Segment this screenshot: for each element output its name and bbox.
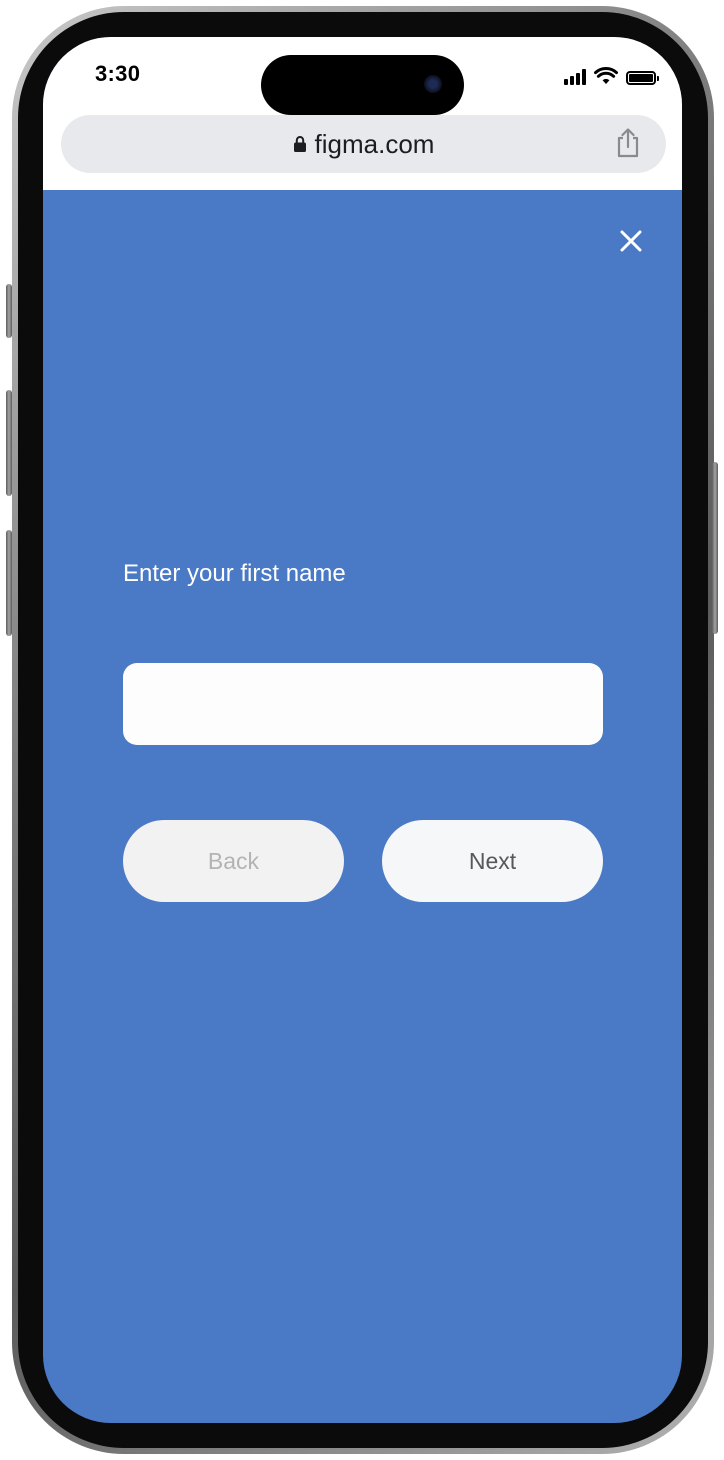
camera-icon — [424, 75, 442, 93]
browser-bar: 3:30 figma.com — [43, 37, 682, 190]
lock-icon — [293, 136, 306, 152]
back-button-label: Back — [207, 847, 260, 874]
next-button[interactable]: Next — [382, 820, 603, 902]
back-button[interactable]: Back — [123, 820, 344, 902]
wifi-icon — [594, 67, 618, 84]
cellular-signal-icon — [564, 69, 586, 85]
share-icon[interactable] — [614, 128, 642, 158]
status-time: 3:30 — [95, 61, 141, 86]
status-icons — [564, 65, 659, 85]
first-name-prompt: Enter your first name — [123, 560, 346, 587]
dynamic-island — [261, 55, 464, 115]
silent-switch — [6, 284, 12, 338]
volume-down-button — [6, 530, 12, 636]
address-bar[interactable]: figma.com — [61, 115, 666, 173]
url-text: figma.com — [314, 128, 435, 159]
close-icon[interactable] — [615, 225, 647, 257]
battery-icon — [626, 71, 659, 85]
screen: 3:30 figma.com Enter your first name Bac… — [43, 37, 682, 1423]
first-name-input[interactable] — [123, 663, 603, 745]
power-button — [712, 462, 718, 634]
volume-up-button — [6, 390, 12, 496]
next-button-label: Next — [468, 847, 517, 874]
